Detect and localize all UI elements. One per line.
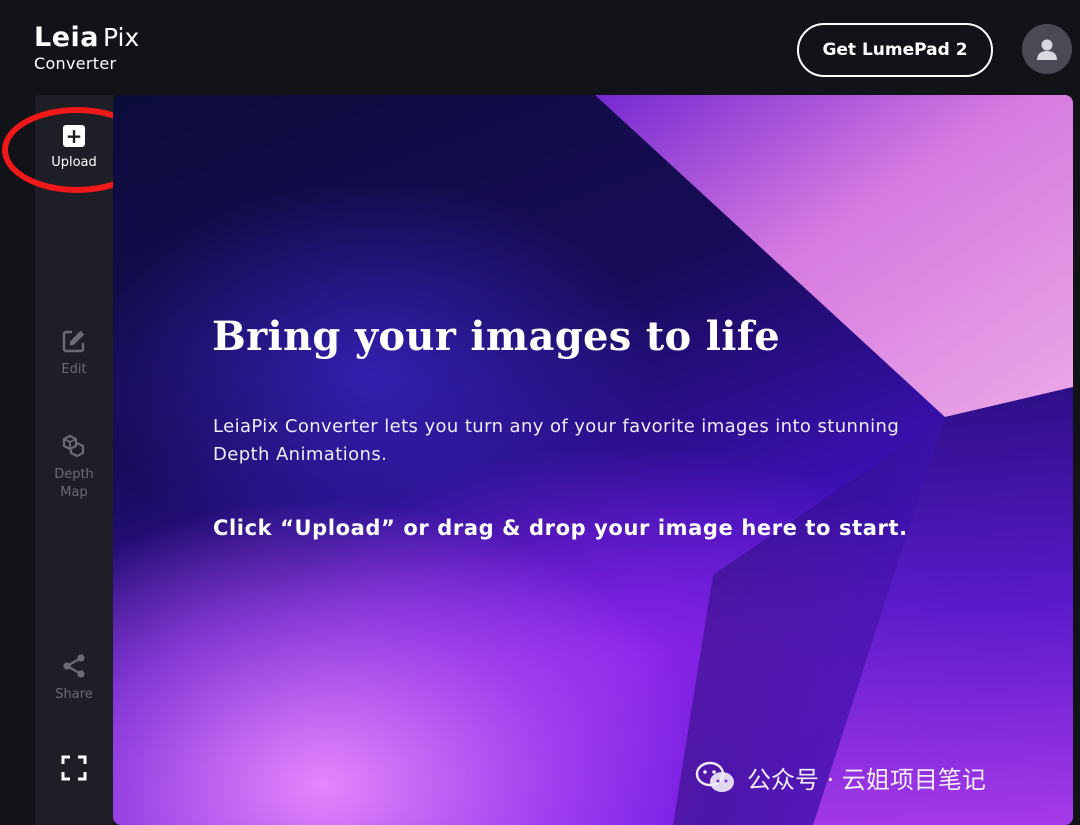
logo-brand: Leia bbox=[34, 22, 99, 53]
sidebar-item-upload[interactable]: + Upload bbox=[35, 125, 113, 172]
hero-description: LeiaPix Converter lets you turn any of y… bbox=[213, 416, 900, 465]
sidebar-item-label: Edit bbox=[61, 362, 87, 377]
sidebar-item-label: Share bbox=[55, 687, 93, 702]
app-window: Leia Pix Converter Get LumePad 2 + Uploa… bbox=[0, 0, 1080, 825]
plus-square-icon: + bbox=[63, 125, 85, 147]
user-icon bbox=[1037, 39, 1057, 60]
sidebar-item-depth-map[interactable]: Depth Map bbox=[35, 433, 113, 501]
fullscreen-icon bbox=[61, 755, 87, 781]
sidebar-item-fullscreen[interactable] bbox=[35, 755, 113, 781]
edit-icon bbox=[62, 330, 85, 353]
upload-instruction: Click “Upload” or drag & drop your image… bbox=[213, 516, 908, 540]
sidebar-item-edit[interactable]: Edit bbox=[35, 328, 113, 379]
watermark: 公众号 · 云姐项目笔记 bbox=[695, 760, 986, 795]
logo-wordmark: Leia Pix bbox=[34, 24, 139, 51]
sidebar-item-share[interactable]: Share bbox=[35, 653, 113, 704]
logo-product: Pix bbox=[103, 23, 140, 52]
sidebar-item-label: Upload bbox=[51, 155, 97, 170]
account-avatar-button[interactable] bbox=[1022, 24, 1072, 74]
tool-sidebar: + Upload Edit Depth Map Share bbox=[35, 95, 113, 825]
drop-zone[interactable]: Bring your images to life LeiaPix Conver… bbox=[113, 95, 1073, 825]
sidebar-item-label: Depth Map bbox=[54, 467, 94, 500]
logo[interactable]: Leia Pix Converter bbox=[34, 24, 139, 72]
cubes-icon bbox=[62, 434, 85, 458]
wechat-icon bbox=[695, 761, 734, 792]
get-lumepad-button[interactable]: Get LumePad 2 bbox=[797, 23, 993, 77]
share-icon bbox=[63, 654, 85, 678]
watermark-text: 公众号 · 云姐项目笔记 bbox=[747, 766, 986, 794]
logo-subtitle: Converter bbox=[34, 54, 117, 73]
hero-headline: Bring your images to life bbox=[212, 313, 780, 360]
